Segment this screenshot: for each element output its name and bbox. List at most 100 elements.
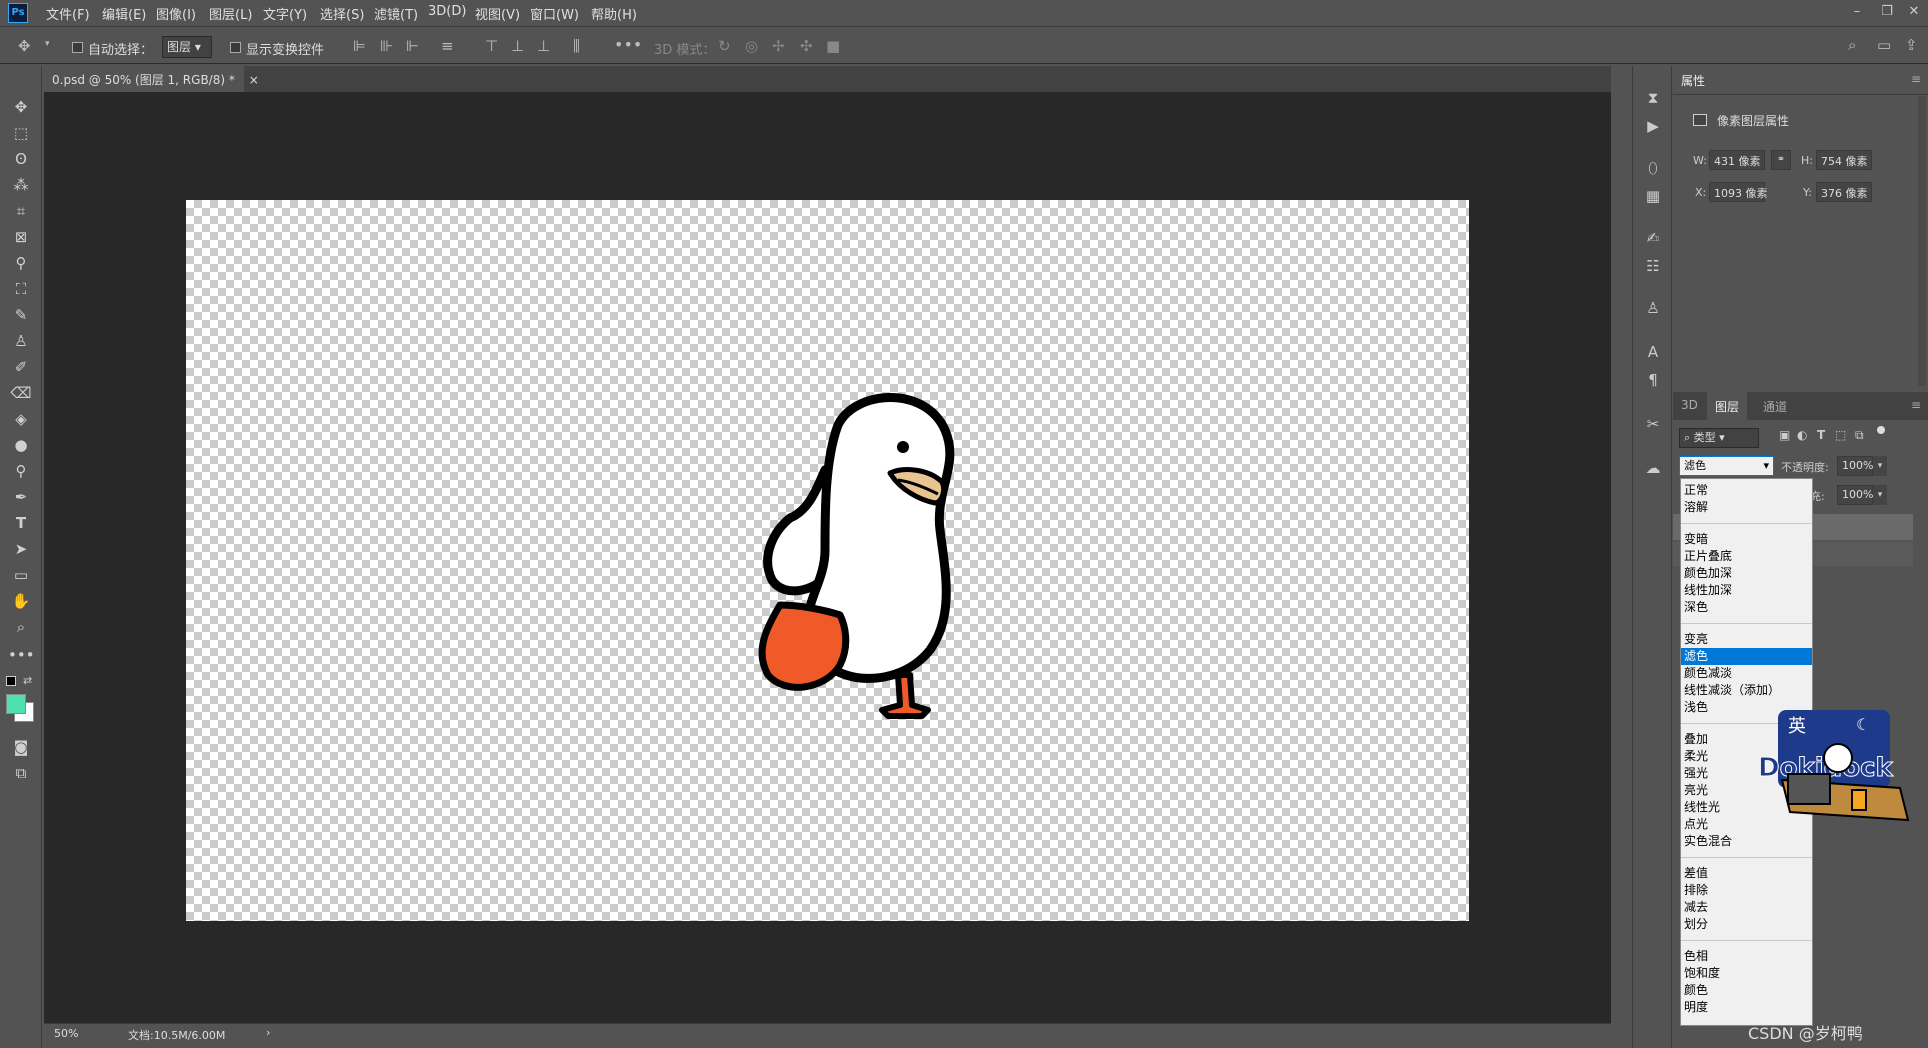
scale-3d-icon[interactable]: ■ [826,37,840,55]
show-transform-checkbox[interactable] [230,42,241,53]
menu-type[interactable]: 文字(Y) [263,4,307,23]
blend-option-darken[interactable]: 变暗 [1681,531,1812,548]
screen-mode-icon[interactable]: ⧉ [8,762,34,784]
blend-option-multiply[interactable]: 正片叠底 [1681,548,1812,565]
healing-brush-icon[interactable]: ⛶ [8,278,34,300]
tab-channels[interactable]: 通道 [1755,392,1795,421]
blend-option-darker-color[interactable]: 深色 [1681,599,1812,616]
swap-colors-icon[interactable]: ⇄ [23,674,32,687]
blur-tool-icon[interactable]: ● [8,434,34,456]
eyedropper-icon[interactable]: ⚲ [8,252,34,274]
slide-3d-icon[interactable]: ✣ [800,37,813,55]
stamp-tool-icon[interactable]: ♙ [8,330,34,352]
menu-window[interactable]: 窗口(W) [530,4,579,23]
marquee-tool-icon[interactable]: ⬚ [8,122,34,144]
properties-scrollbar[interactable] [1918,96,1926,386]
actions-play-icon[interactable]: ▶ [1643,116,1663,136]
filter-toggle-icon[interactable] [1877,426,1885,434]
search-icon[interactable]: ⌕ [1848,36,1856,54]
x-field[interactable]: 1093 像素 [1709,182,1768,202]
magic-wand-icon[interactable]: ⁂ [8,174,34,196]
auto-select-target-select[interactable]: 图层 ▾ [162,36,212,58]
lasso-tool-icon[interactable]: ʘ [8,148,34,170]
opacity-field[interactable]: 100% [1837,456,1873,476]
shape-tool-icon[interactable]: ▭ [8,564,34,586]
history-brush-icon[interactable]: ✐ [8,356,34,378]
blend-option-luminosity[interactable]: 明度 [1681,999,1812,1016]
chevron-down-icon[interactable]: ▾ [45,39,50,49]
foreground-color-swatch[interactable] [6,694,26,714]
adjustments-panel-icon[interactable]: ☷ [1643,256,1663,276]
blend-option-divide[interactable]: 划分 [1681,916,1812,933]
blend-option-hard-mix[interactable]: 实色混合 [1681,833,1812,850]
type-tool-icon[interactable]: T [8,512,34,534]
panel-menu-icon[interactable]: ≡ [1911,72,1921,86]
libraries-icon[interactable]: ☁ [1643,458,1663,478]
filter-shape-icon[interactable]: ⬚ [1835,428,1846,442]
menu-file[interactable]: 文件(F) [46,4,90,23]
y-field[interactable]: 376 像素 [1816,182,1872,202]
workspace-icon[interactable]: ▭ [1877,36,1891,54]
menu-select[interactable]: 选择(S) [320,4,364,23]
blend-option-color-burn[interactable]: 颜色加深 [1681,565,1812,582]
align-left-icon[interactable]: ⊫ [353,37,366,55]
quick-mask-icon[interactable]: ◙ [8,736,34,758]
more-tools-icon[interactable]: ••• [8,644,35,666]
3d-panel-icon[interactable]: ⬯ [1643,158,1663,178]
paint-bucket-icon[interactable]: ◈ [8,408,34,430]
blend-option-saturation[interactable]: 饱和度 [1681,965,1812,982]
close-button[interactable]: ✕ [1900,2,1928,22]
document-tab[interactable]: 0.psd @ 50% (图层 1, RGB/8) * × [44,66,259,92]
width-field[interactable]: 431 像素 [1709,150,1765,170]
blend-option-subtract[interactable]: 减去 [1681,899,1812,916]
align-middle-icon[interactable]: ⊥ [511,37,524,55]
align-bottom-icon[interactable]: ⊥ [537,37,550,55]
blend-option-dissolve[interactable]: 溶解 [1681,499,1812,516]
menu-help[interactable]: 帮助(H) [591,4,637,23]
fill-chevron-icon[interactable]: ▾ [1873,485,1887,505]
clone-source-icon[interactable]: ♙ [1643,298,1663,318]
crop-tool-icon[interactable]: ⌗ [8,200,34,222]
more-icon[interactable]: ••• [614,35,642,54]
frame-tool-icon[interactable]: ⊠ [8,226,34,248]
document-canvas[interactable] [186,200,1469,921]
minimize-button[interactable]: – [1843,2,1871,22]
path-selection-icon[interactable]: ➤ [8,538,34,560]
filter-pixel-icon[interactable]: ▣ [1779,428,1790,442]
restore-button[interactable]: ❐ [1873,2,1901,22]
brush-tool-icon[interactable]: ✎ [8,304,34,326]
menu-layer[interactable]: 图层(L) [209,4,252,23]
layer-filter-select[interactable]: ⌕ 类型 ▾ [1679,428,1759,448]
hand-tool-icon[interactable]: ✋ [8,590,34,612]
opacity-chevron-icon[interactable]: ▾ [1873,456,1887,476]
blend-option-color[interactable]: 颜色 [1681,982,1812,999]
status-more-icon[interactable]: › [266,1026,270,1039]
link-icon[interactable]: ⚭ [1771,150,1791,170]
layers-menu-icon[interactable]: ≡ [1911,398,1921,412]
auto-select-checkbox[interactable] [72,42,83,53]
move-tool-icon[interactable]: ✥ [18,37,31,55]
brush-panel-icon[interactable]: ✍ [1643,228,1663,248]
align-right-icon[interactable]: ⊩ [406,37,419,55]
tools-preset-icon[interactable]: ✂ [1643,414,1663,434]
distribute-vertical-icon[interactable]: ⫼ [573,37,580,55]
roll-3d-icon[interactable]: ◎ [745,37,758,55]
blend-mode-select[interactable]: 滤色 ▾ [1679,456,1774,476]
blend-option-color-dodge[interactable]: 颜色减淡 [1681,665,1812,682]
blend-option-hue[interactable]: 色相 [1681,948,1812,965]
fill-field[interactable]: 100% [1837,485,1873,505]
blend-option-linear-dodge[interactable]: 线性减淡（添加） [1681,682,1812,699]
align-center-icon[interactable]: ⊪ [380,37,393,55]
zoom-level[interactable]: 50% [54,1027,78,1040]
history-panel-icon[interactable]: ⧗ [1643,88,1663,108]
menu-filter[interactable]: 滤镜(T) [374,4,418,23]
filter-type-icon[interactable]: T [1817,428,1825,442]
menu-view[interactable]: 视图(V) [475,4,520,23]
filter-adjustment-icon[interactable]: ◐ [1797,428,1807,442]
share-icon[interactable]: ⇪ [1905,36,1918,54]
tab-3d[interactable]: 3D [1673,392,1706,418]
paragraph-panel-icon[interactable]: ¶ [1643,370,1663,390]
blend-option-exclusion[interactable]: 排除 [1681,882,1812,899]
menu-3d[interactable]: 3D(D) [428,4,466,19]
default-colors-icon[interactable] [6,676,16,686]
